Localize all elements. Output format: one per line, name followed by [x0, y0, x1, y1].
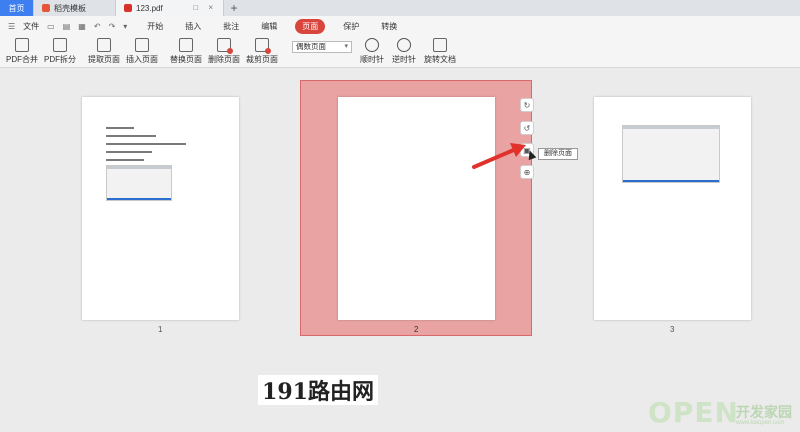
- rotate-document-label: 旋转文档: [424, 55, 456, 64]
- text-line: [106, 143, 186, 145]
- page-thumbnail-3[interactable]: [594, 97, 751, 320]
- undo-icon[interactable]: ↶: [94, 22, 101, 31]
- extract-page-label: 提取页面: [88, 55, 120, 64]
- tab-pdf-label: 123.pdf: [136, 3, 163, 13]
- embedded-screenshot: [622, 125, 720, 183]
- red-arrow-icon: [472, 143, 526, 169]
- menu-edit[interactable]: 编辑: [257, 19, 281, 34]
- watermark-191: 191路由网: [258, 375, 378, 405]
- rotate-ccw-tool[interactable]: ↺: [520, 121, 534, 135]
- crop-icon: [255, 38, 271, 54]
- tab-template[interactable]: 稻壳模板: [34, 0, 116, 16]
- tab-template-label: 稻壳模板: [54, 3, 86, 13]
- rotate-clockwise-label: 顺时针: [360, 55, 384, 64]
- tab-pdf[interactable]: 123.pdf □ ×: [116, 0, 224, 16]
- insert-icon: [135, 38, 149, 52]
- tab-home[interactable]: 首页: [0, 0, 34, 16]
- new-tab-button[interactable]: +: [224, 0, 244, 16]
- tab-home-label: 首页: [8, 3, 25, 13]
- open-icon[interactable]: ▭: [47, 22, 55, 31]
- menu-tabs: 开始 插入 批注 编辑 页面 保护 转换: [143, 18, 401, 34]
- pdf-icon: [124, 4, 132, 12]
- menu-bar: ☰ 文件 ▭ ▤ ▦ ↶ ↷ ▾ 开始 插入 批注 编辑 页面 保护 转换: [0, 16, 800, 36]
- rotate-clockwise-button[interactable]: 顺时针: [360, 38, 384, 65]
- page-number-3: 3: [670, 325, 675, 334]
- pdf-merge-label: PDF合并: [6, 55, 38, 64]
- docer-icon: [42, 4, 50, 12]
- extract-icon: [97, 38, 111, 52]
- crop-page-label: 裁剪页面: [246, 55, 278, 64]
- text-line: [106, 135, 156, 137]
- redo-icon[interactable]: ↷: [109, 22, 116, 31]
- split-icon: [53, 38, 67, 52]
- rotate-counterclockwise-label: 逆时针: [392, 55, 416, 64]
- extract-page-button[interactable]: 提取页面: [88, 38, 120, 65]
- page-thumbnail-2[interactable]: [338, 97, 495, 320]
- rotate-cw-icon: [365, 38, 379, 52]
- pdf-split-button[interactable]: PDF拆分: [44, 38, 76, 65]
- rotate-ccw-icon: [397, 38, 411, 52]
- ribbon-toolbar: PDF合并 PDF拆分 提取页面 插入页面 替换页面 删除页面 裁剪页面 偶数页…: [0, 36, 800, 68]
- watermark-open: OPEN: [648, 396, 739, 429]
- menu-page[interactable]: 页面: [295, 18, 326, 34]
- watermark-open-url: www.kaiopen.com: [736, 420, 785, 426]
- page-range-value: 偶数页面: [296, 42, 326, 51]
- text-line: [106, 127, 134, 129]
- tab-close-icon[interactable]: □ ×: [193, 3, 217, 12]
- menu-protect[interactable]: 保护: [339, 19, 363, 34]
- rotate-document-icon: [433, 38, 447, 52]
- menu-insert[interactable]: 插入: [181, 19, 205, 34]
- tab-bar: 首页 稻壳模板 123.pdf □ × +: [0, 0, 800, 16]
- menu-start[interactable]: 开始: [143, 19, 167, 34]
- replace-icon: [179, 38, 193, 52]
- replace-page-label: 替换页面: [170, 55, 202, 64]
- pdf-split-label: PDF拆分: [44, 55, 76, 64]
- crop-page-button[interactable]: 裁剪页面: [246, 38, 278, 65]
- save-icon[interactable]: ▤: [63, 22, 71, 31]
- page-number-2: 2: [414, 325, 419, 334]
- quick-access: ☰ 文件 ▭ ▤ ▦ ↶ ↷ ▾: [0, 21, 127, 32]
- file-menu[interactable]: 文件: [23, 21, 39, 32]
- text-line: [106, 151, 152, 153]
- replace-page-button[interactable]: 替换页面: [170, 38, 202, 65]
- delete-page-label: 删除页面: [208, 55, 240, 64]
- insert-page-button[interactable]: 插入页面: [126, 38, 158, 65]
- page-number-1: 1: [158, 325, 163, 334]
- merge-icon: [15, 38, 29, 52]
- chevron-down-icon: ▾: [344, 43, 348, 50]
- insert-page-label: 插入页面: [126, 55, 158, 64]
- menu-annotate[interactable]: 批注: [219, 19, 243, 34]
- embedded-screenshot: [106, 165, 172, 201]
- pdf-merge-button[interactable]: PDF合并: [6, 38, 38, 65]
- page-thumbnail-1[interactable]: [82, 97, 239, 320]
- page-range-select[interactable]: 偶数页面 ▾: [292, 41, 352, 53]
- watermark-open-cn: 开发家园: [736, 404, 792, 420]
- dropdown-icon[interactable]: ▾: [123, 22, 127, 31]
- print-icon[interactable]: ▦: [78, 22, 86, 31]
- delete-page-button[interactable]: 删除页面: [208, 38, 240, 65]
- app-window: 首页 稻壳模板 123.pdf □ × + ☰ 文件 ▭ ▤ ▦ ↶ ↷ ▾ 开…: [0, 0, 800, 432]
- menu-convert[interactable]: 转换: [377, 19, 401, 34]
- tooltip-delete-page: 删除页面: [538, 148, 578, 160]
- rotate-cw-tool[interactable]: ↻: [520, 98, 534, 112]
- rotate-document-button[interactable]: 旋转文档: [424, 38, 456, 65]
- menu-icon[interactable]: ☰: [8, 22, 15, 31]
- text-line: [106, 159, 144, 161]
- delete-page-icon: [217, 38, 233, 54]
- rotate-counterclockwise-button[interactable]: 逆时针: [392, 38, 416, 65]
